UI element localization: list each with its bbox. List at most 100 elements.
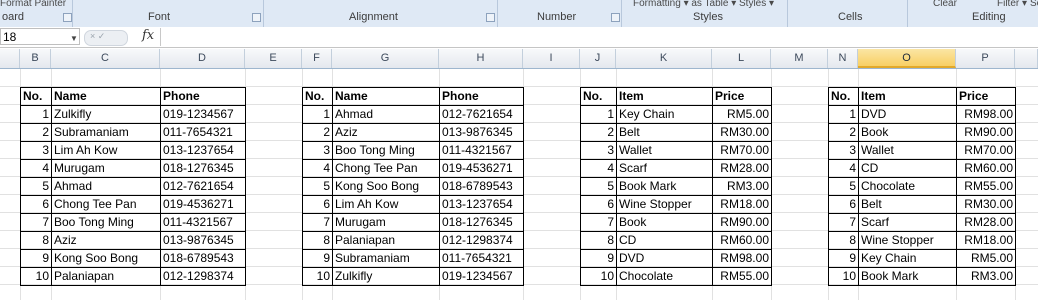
cell-no[interactable]: 3 — [580, 141, 617, 160]
cell-item[interactable]: DVD — [616, 249, 713, 268]
cell-item[interactable]: Key Chain — [858, 249, 957, 268]
cell-name[interactable]: Kong Soo Bong — [332, 177, 440, 196]
cell-no[interactable]: 8 — [580, 231, 617, 250]
cell-item[interactable]: Scarf — [858, 213, 957, 232]
column-header[interactable]: N — [828, 49, 858, 68]
cell-price[interactable]: RM70.00 — [712, 141, 772, 160]
header-name[interactable]: Name — [51, 87, 161, 106]
column-header[interactable] — [1015, 49, 1038, 68]
alignment-launcher-icon[interactable] — [486, 13, 495, 22]
cell-price[interactable]: RM30.00 — [712, 123, 772, 142]
cell-price[interactable]: RM30.00 — [956, 195, 1016, 214]
cell-no[interactable]: 3 — [302, 141, 333, 160]
cell-no[interactable]: 8 — [20, 231, 52, 250]
cell-name[interactable]: Boo Tong Ming — [332, 141, 440, 160]
cell-item[interactable]: Book Mark — [616, 177, 713, 196]
cell-phone[interactable]: 013-9876345 — [160, 231, 246, 250]
cell-no[interactable]: 9 — [580, 249, 617, 268]
column-header[interactable]: P — [956, 49, 1015, 68]
cell-no[interactable]: 2 — [580, 123, 617, 142]
header-no[interactable]: No. — [828, 87, 859, 106]
cell-no[interactable]: 3 — [828, 141, 859, 160]
styles-buttons[interactable]: Formatting ▾ as Table ▾ Styles ▾ — [633, 0, 774, 9]
cell-no[interactable]: 5 — [20, 177, 52, 196]
cell-price[interactable]: RM28.00 — [712, 159, 772, 178]
cell-phone[interactable]: 012-1298374 — [160, 267, 246, 286]
cell-no[interactable]: 7 — [302, 213, 333, 232]
column-header[interactable]: K — [616, 49, 712, 68]
cell-name[interactable]: Subramaniam — [51, 123, 161, 142]
cell-item[interactable]: Belt — [858, 195, 957, 214]
clear-button[interactable]: Clear — [933, 0, 957, 9]
cell-item[interactable]: Wallet — [858, 141, 957, 160]
column-header[interactable]: L — [712, 49, 771, 68]
header-price[interactable]: Price — [712, 87, 772, 106]
cell-name[interactable]: Murugam — [51, 159, 161, 178]
cell-item[interactable]: Book Mark — [858, 267, 957, 286]
cell-phone[interactable]: 011-4321567 — [439, 141, 524, 160]
cell-item[interactable]: Book — [616, 213, 713, 232]
cell-no[interactable]: 10 — [20, 267, 52, 286]
cell-name[interactable]: Kong Soo Bong — [51, 249, 161, 268]
name-box[interactable]: 18 — [0, 28, 80, 45]
font-launcher-icon[interactable] — [252, 13, 261, 22]
cell-name[interactable]: Lim Ah Kow — [332, 195, 440, 214]
cell-no[interactable]: 6 — [302, 195, 333, 214]
cell-name[interactable]: Boo Tong Ming — [51, 213, 161, 232]
cell-price[interactable]: RM98.00 — [712, 249, 772, 268]
cell-price[interactable]: RM55.00 — [712, 267, 772, 286]
cell-phone[interactable]: 013-1237654 — [439, 195, 524, 214]
cell-no[interactable]: 7 — [20, 213, 52, 232]
cell-no[interactable]: 7 — [580, 213, 617, 232]
column-header[interactable]: J — [580, 49, 616, 68]
cell-item[interactable]: Wine Stopper — [858, 231, 957, 250]
cell-price[interactable]: RM70.00 — [956, 141, 1016, 160]
cell-price[interactable]: RM18.00 — [712, 195, 772, 214]
column-header[interactable]: M — [771, 49, 828, 68]
header-name[interactable]: Name — [332, 87, 440, 106]
cell-name[interactable]: Palaniapan — [51, 267, 161, 286]
cell-name[interactable]: Zulkifly — [51, 105, 161, 124]
cell-price[interactable]: RM5.00 — [712, 105, 772, 124]
cell-item[interactable]: Key Chain — [616, 105, 713, 124]
insert-function-icon[interactable]: fx — [142, 28, 154, 43]
cell-phone[interactable]: 019-1234567 — [439, 267, 524, 286]
cell-name[interactable]: Palaniapan — [332, 231, 440, 250]
cell-name[interactable]: Ahmad — [51, 177, 161, 196]
cell-phone[interactable]: 012-7621654 — [160, 177, 246, 196]
format-painter-button[interactable]: Format Painter — [0, 0, 66, 9]
filter-button[interactable]: Filter ▾ — [997, 0, 1027, 9]
cell-no[interactable]: 4 — [20, 159, 52, 178]
cell-no[interactable]: 1 — [302, 105, 333, 124]
cell-phone[interactable]: 018-1276345 — [439, 213, 524, 232]
select-all-corner[interactable] — [0, 49, 20, 68]
cell-price[interactable]: RM28.00 — [956, 213, 1016, 232]
cell-price[interactable]: RM3.00 — [956, 267, 1016, 286]
cell-phone[interactable]: 018-6789543 — [160, 249, 246, 268]
cell-phone[interactable]: 019-1234567 — [160, 105, 246, 124]
cell-name[interactable]: Lim Ah Kow — [51, 141, 161, 160]
cell-item[interactable]: Chocolate — [858, 177, 957, 196]
cell-no[interactable]: 2 — [828, 123, 859, 142]
header-no[interactable]: No. — [580, 87, 617, 106]
clipboard-launcher-icon[interactable] — [63, 13, 72, 22]
cell-no[interactable]: 6 — [828, 195, 859, 214]
number-launcher-icon[interactable] — [611, 13, 620, 22]
cell-item[interactable]: Chocolate — [616, 267, 713, 286]
column-header[interactable]: I — [523, 49, 580, 68]
header-item[interactable]: Item — [858, 87, 957, 106]
cell-no[interactable]: 1 — [20, 105, 52, 124]
header-phone[interactable]: Phone — [160, 87, 246, 106]
cell-no[interactable]: 7 — [828, 213, 859, 232]
cell-no[interactable]: 5 — [302, 177, 333, 196]
cell-phone[interactable]: 011-7654321 — [439, 249, 524, 268]
cell-phone[interactable]: 011-7654321 — [160, 123, 246, 142]
cell-item[interactable]: Scarf — [616, 159, 713, 178]
column-header[interactable]: C — [51, 49, 160, 68]
cell-price[interactable]: RM18.00 — [956, 231, 1016, 250]
cell-phone[interactable]: 011-4321567 — [160, 213, 246, 232]
cell-price[interactable]: RM55.00 — [956, 177, 1016, 196]
cell-price[interactable]: RM90.00 — [712, 213, 772, 232]
cell-phone[interactable]: 012-1298374 — [439, 231, 524, 250]
cell-phone[interactable]: 013-9876345 — [439, 123, 524, 142]
